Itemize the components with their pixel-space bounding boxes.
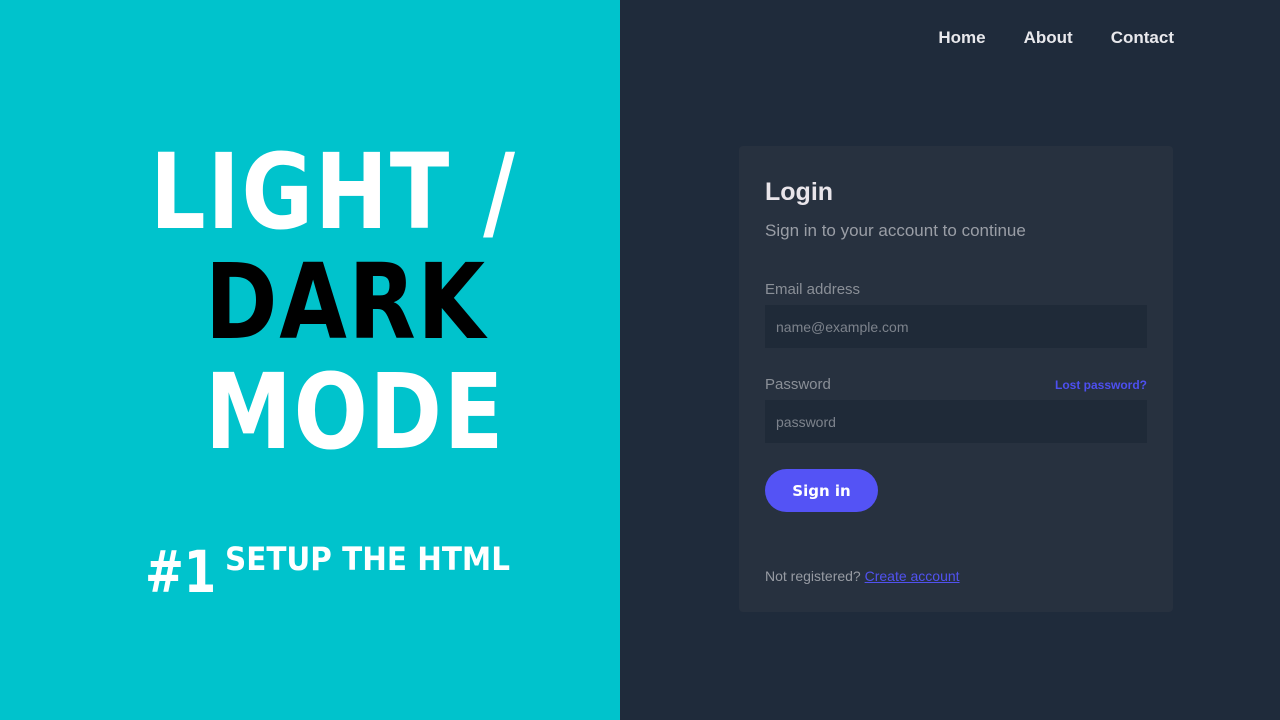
login-card: Login Sign in to your account to continu…	[739, 146, 1173, 612]
not-registered-text: Not registered?	[765, 568, 861, 584]
nav-about[interactable]: About	[1024, 28, 1073, 48]
episode-subtitle: SETUP THE HTML	[225, 540, 510, 578]
email-label: Email address	[765, 281, 861, 298]
email-input[interactable]: name@example.com	[765, 305, 1147, 348]
password-label: Password	[765, 376, 831, 393]
sign-in-button[interactable]: Sign in	[765, 469, 878, 512]
nav-contact[interactable]: Contact	[1111, 28, 1174, 48]
nav-home[interactable]: Home	[938, 28, 985, 48]
register-prompt: Not registered? Create account	[765, 568, 1147, 584]
lost-password-link[interactable]: Lost password?	[1055, 378, 1147, 392]
create-account-link[interactable]: Create account	[865, 568, 960, 584]
password-placeholder: password	[776, 413, 836, 430]
episode-number: #1	[145, 538, 217, 606]
title-mode: MODE	[205, 351, 506, 473]
title-light: LIGHT /	[150, 131, 517, 253]
title-dark: DARK	[205, 241, 487, 363]
password-input[interactable]: password	[765, 400, 1147, 443]
login-title: Login	[765, 178, 834, 206]
login-subtitle: Sign in to your account to continue	[765, 221, 1026, 240]
password-label-row: Password Lost password?	[765, 376, 1147, 393]
top-nav: Home About Contact	[938, 28, 1174, 48]
thumbnail-panel: LIGHT / DARK MODE #1 SETUP THE HTML	[0, 0, 620, 720]
email-placeholder: name@example.com	[776, 318, 909, 335]
